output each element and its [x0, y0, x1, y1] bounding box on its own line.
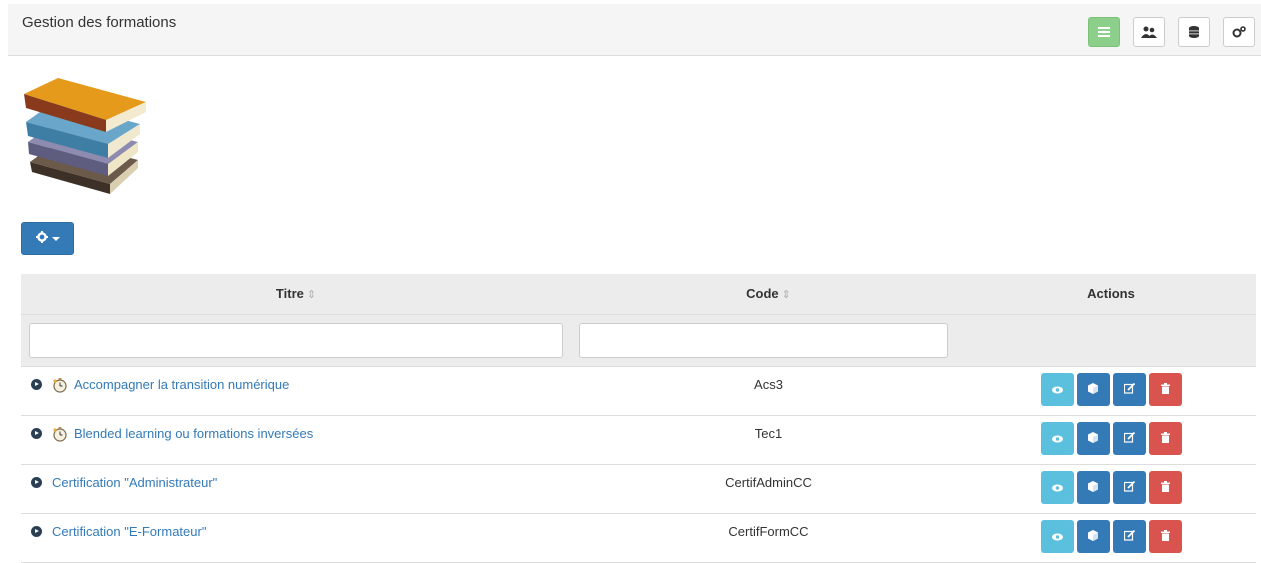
- edit-icon: [1123, 382, 1135, 397]
- trash-icon: [1160, 480, 1170, 495]
- formation-title-link[interactable]: Certification "E-Formateur": [52, 524, 206, 539]
- expand-icon[interactable]: [31, 476, 42, 488]
- sort-icon: ⇕: [306, 289, 317, 302]
- modules-button[interactable]: [1076, 470, 1110, 504]
- sort-icon: ⇕: [781, 289, 791, 302]
- edit-button[interactable]: [1112, 470, 1146, 504]
- view-button[interactable]: [1040, 470, 1074, 504]
- formation-title-link[interactable]: Blended learning ou formations inversées: [74, 426, 313, 441]
- edit-button[interactable]: [1112, 519, 1146, 553]
- settings-dropdown-button[interactable]: [21, 222, 74, 255]
- edit-icon: [1123, 529, 1135, 544]
- page-header: Gestion des formations: [8, 4, 1261, 56]
- view-button[interactable]: [1040, 372, 1074, 406]
- cube-icon: [1088, 480, 1098, 495]
- view-button[interactable]: [1040, 519, 1074, 553]
- users-icon: [1141, 26, 1157, 38]
- table-row: Blended learning ou formations inversées…: [21, 415, 1256, 465]
- eye-icon: [1051, 431, 1063, 446]
- database-button[interactable]: [1178, 17, 1210, 47]
- code-cell: Tec1: [571, 415, 966, 465]
- list-icon: [1098, 27, 1110, 37]
- eye-icon: [1051, 480, 1063, 495]
- database-icon: [1189, 26, 1199, 38]
- edit-icon: [1123, 480, 1135, 495]
- page-title: Gestion des formations: [22, 14, 177, 31]
- titre-filter-input[interactable]: [29, 322, 563, 358]
- actions-cell: [966, 464, 1256, 514]
- column-header-titre[interactable]: Titre ⇕: [21, 274, 571, 315]
- expand-icon[interactable]: [31, 525, 42, 537]
- modules-button[interactable]: [1076, 421, 1110, 455]
- trash-icon: [1160, 431, 1170, 446]
- delete-button[interactable]: [1148, 421, 1182, 455]
- code-cell: CertifFormCC: [571, 513, 966, 563]
- table-row: Certification "E-Formateur" CertifFormCC: [21, 513, 1256, 563]
- cube-icon: [1088, 431, 1098, 446]
- list-view-button[interactable]: [1088, 17, 1120, 47]
- edit-button[interactable]: [1112, 372, 1146, 406]
- titre-cell: Blended learning ou formations inversées: [21, 415, 571, 465]
- modules-button[interactable]: [1076, 519, 1110, 553]
- actions-cell: [966, 513, 1256, 563]
- books-stack-icon: [20, 72, 150, 200]
- column-header-actions: Actions: [966, 274, 1256, 315]
- cogs-icon: [1232, 26, 1246, 38]
- trash-icon: [1160, 382, 1170, 397]
- actions-cell: [966, 366, 1256, 416]
- cube-icon: [1088, 382, 1098, 397]
- titre-cell: Certification "Administrateur": [21, 464, 571, 514]
- settings-button[interactable]: [1223, 17, 1255, 47]
- titre-cell: Certification "E-Formateur": [21, 513, 571, 563]
- actions-cell: [966, 415, 1256, 465]
- formation-title-link[interactable]: Accompagner la transition numérique: [74, 377, 289, 392]
- users-button[interactable]: [1133, 17, 1165, 47]
- code-cell: Acs3: [571, 366, 966, 416]
- titre-cell: Accompagner la transition numérique: [21, 366, 571, 416]
- delete-button[interactable]: [1148, 372, 1182, 406]
- gear-icon: [35, 231, 48, 246]
- table-row: Accompagner la transition numérique Acs3: [21, 366, 1256, 416]
- table-row: Certification "Administrateur" CertifAdmi…: [21, 464, 1256, 514]
- chevron-down-icon: [51, 236, 60, 241]
- clock-icon: [52, 377, 68, 396]
- edit-icon: [1123, 431, 1135, 446]
- expand-icon[interactable]: [31, 427, 42, 439]
- trash-icon: [1160, 529, 1170, 544]
- modules-button[interactable]: [1076, 372, 1110, 406]
- eye-icon: [1051, 382, 1063, 397]
- delete-button[interactable]: [1148, 470, 1182, 504]
- view-button[interactable]: [1040, 421, 1074, 455]
- edit-button[interactable]: [1112, 421, 1146, 455]
- eye-icon: [1051, 529, 1063, 544]
- column-header-code[interactable]: Code ⇕: [571, 274, 966, 315]
- clock-icon: [52, 426, 68, 445]
- cube-icon: [1088, 529, 1098, 544]
- formations-table: Titre ⇕ Code ⇕ Actions Accompagner la tran…: [21, 274, 1256, 563]
- formation-title-link[interactable]: Certification "Administrateur": [52, 475, 217, 490]
- code-cell: CertifAdminCC: [571, 464, 966, 514]
- expand-icon[interactable]: [31, 378, 42, 390]
- code-filter-input[interactable]: [579, 322, 948, 358]
- delete-button[interactable]: [1148, 519, 1182, 553]
